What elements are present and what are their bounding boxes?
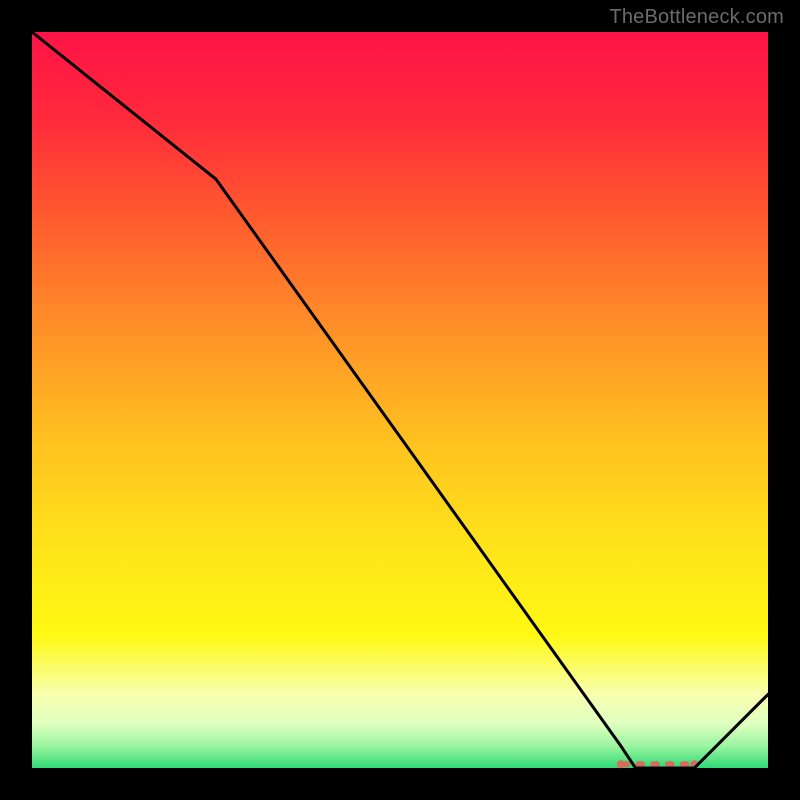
bottleneck-chart bbox=[0, 0, 800, 800]
minimum-marker-seg bbox=[636, 761, 646, 767]
chart-container: TheBottleneck.com bbox=[0, 0, 800, 800]
minimum-marker-seg bbox=[680, 761, 690, 767]
minimum-marker-seg bbox=[650, 761, 660, 767]
attribution-label: TheBottleneck.com bbox=[609, 6, 784, 29]
minimum-marker-seg bbox=[665, 761, 675, 767]
minimum-marker-dot bbox=[617, 760, 625, 768]
plot-background bbox=[32, 32, 768, 768]
